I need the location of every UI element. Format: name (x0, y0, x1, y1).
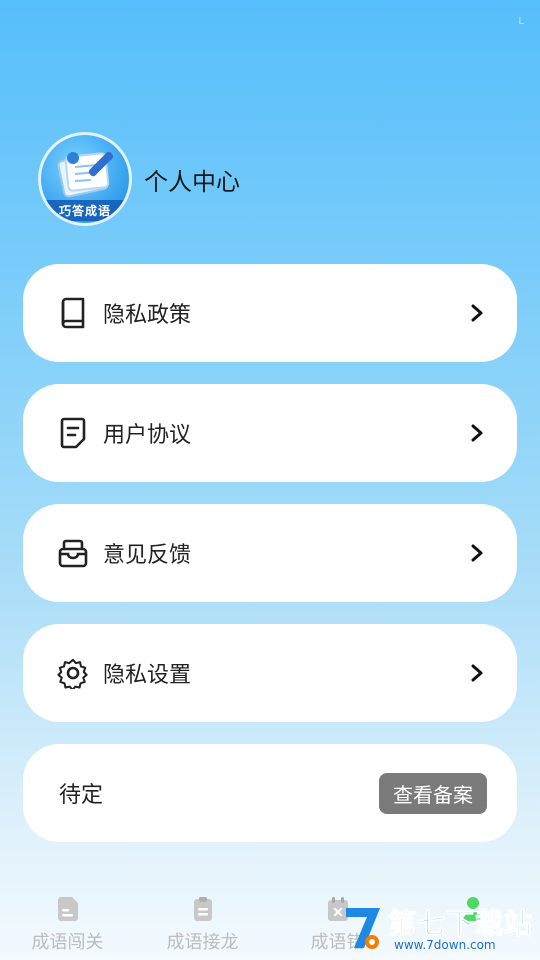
tab-label: 成语闯关 (31, 932, 104, 953)
tab-idiom-chain[interactable]: 成语接龙 (135, 870, 270, 960)
chevron-right-icon (467, 663, 487, 683)
menu-item-privacy-policy[interactable]: 隐私政策 (23, 264, 517, 362)
profile-header: 巧答成语 个人中心 (38, 132, 240, 226)
site-watermark: 第七下载站 www.7down.com (344, 898, 536, 958)
clipboard-tab-icon (191, 896, 215, 922)
book-icon (57, 297, 89, 329)
watermark-url: www.7down.com (394, 938, 496, 952)
document-icon (57, 417, 89, 449)
tab-idiom-challenge[interactable]: 成语闯关 (0, 870, 135, 960)
view-record-button[interactable]: 查看备案 (379, 772, 487, 814)
chevron-right-icon (467, 423, 487, 443)
menu-item-label: 隐私设置 (103, 663, 192, 688)
chevron-right-icon (467, 543, 487, 563)
menu-item-label: 用户协议 (103, 423, 192, 448)
menu-item-label: 意见反馈 (103, 543, 192, 568)
gear-icon (57, 657, 89, 689)
tab-label: 成语接龙 (166, 932, 239, 953)
inbox-icon (57, 537, 89, 569)
menu-item-label: 隐私政策 (103, 303, 192, 328)
chevron-right-icon (467, 303, 487, 323)
pending-label: 待定 (59, 783, 104, 808)
status-corner-mark: L (518, 16, 524, 27)
seven-logo-icon (344, 904, 384, 952)
menu-item-privacy-settings[interactable]: 隐私设置 (23, 624, 517, 722)
page-title: 个人中心 (144, 167, 240, 196)
menu-item-feedback[interactable]: 意见反馈 (23, 504, 517, 602)
notebook-pen-icon (57, 151, 114, 198)
pending-row: 待定 查看备案 (23, 744, 517, 842)
doc-tab-icon (56, 896, 80, 922)
avatar-app-name: 巧答成语 (41, 200, 129, 221)
watermark-text: 第七下载站 (387, 907, 534, 941)
avatar[interactable]: 巧答成语 (38, 132, 132, 226)
menu-item-user-agreement[interactable]: 用户协议 (23, 384, 517, 482)
